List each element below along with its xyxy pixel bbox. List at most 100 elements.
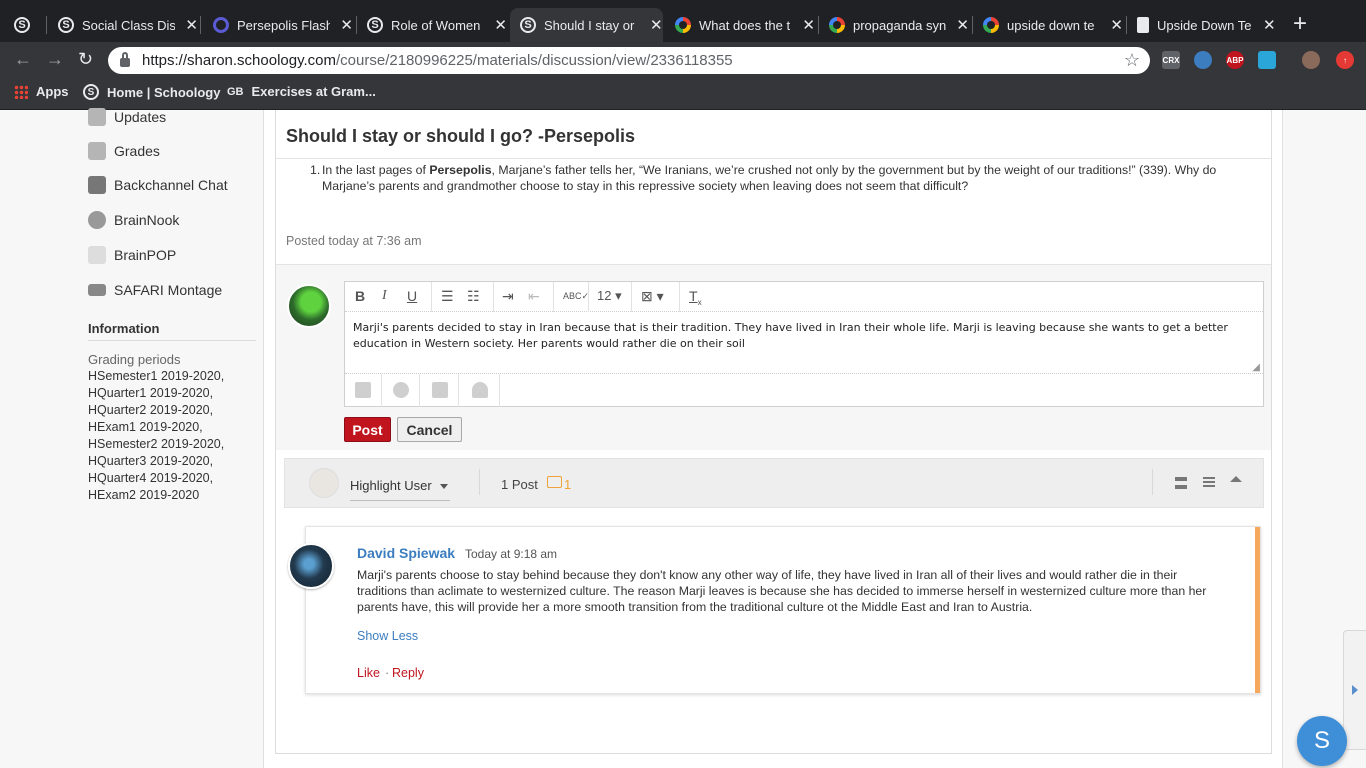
- chevron-down-icon[interactable]: [440, 484, 448, 489]
- sidebar-item-safari-montage[interactable]: SAFARI Montage: [88, 280, 222, 300]
- page-title: Should I stay or should I go? -Persepoli…: [286, 126, 636, 146]
- discussion-prompt: 1. In the last pages of Persepolis, Marj…: [310, 162, 1232, 194]
- toolbar-separator: [431, 282, 432, 312]
- post-author[interactable]: David Spiewak: [357, 545, 455, 561]
- close-tab-icon[interactable]: ✕: [1263, 16, 1276, 34]
- bookmark-exercises[interactable]: GB Exercises at Gram...: [227, 84, 376, 99]
- tab-separator: [200, 16, 201, 34]
- new-tab-button[interactable]: +: [1293, 12, 1307, 36]
- collapse-all-icon[interactable]: [1230, 476, 1242, 482]
- reply-composer: B I U ☰ ☷ ⇥ ⇤ ABC✓ 12 ▾ ⊠ ▾ Tx Marji's p…: [276, 264, 1271, 450]
- grading-period: HQuarter2 2019-2020,: [88, 403, 214, 417]
- post-count: 1 Post: [501, 477, 538, 492]
- indent-icon[interactable]: ⇥: [502, 288, 514, 305]
- close-tab-icon[interactable]: ✕: [956, 16, 969, 34]
- schoology-icon: S: [367, 17, 383, 33]
- tab-title: Social Class Dis: [82, 17, 176, 33]
- clear-formatting-icon[interactable]: Tx: [689, 288, 702, 307]
- forward-arrow-icon[interactable]: →: [46, 50, 64, 68]
- posted-timestamp: Posted today at 7:36 am: [286, 234, 422, 248]
- rich-text-editor[interactable]: B I U ☰ ☷ ⇥ ⇤ ABC✓ 12 ▾ ⊠ ▾ Tx Marji's p…: [344, 281, 1264, 407]
- underline-icon[interactable]: U: [407, 288, 417, 304]
- schoology-icon: S: [83, 84, 99, 100]
- list-view-icon[interactable]: [1203, 477, 1215, 489]
- checkmark-extension-icon[interactable]: [1258, 51, 1276, 69]
- resource-icon[interactable]: [432, 382, 448, 398]
- lock-icon: [120, 52, 130, 67]
- discussion-filter-bar: Highlight User 1 Post 1: [284, 458, 1264, 508]
- help-chat-button[interactable]: S: [1297, 716, 1347, 766]
- tab-upside-down-google[interactable]: upside down te ✕: [983, 8, 1123, 42]
- numbered-list-icon[interactable]: ☷: [467, 288, 480, 305]
- close-tab-icon[interactable]: ✕: [802, 16, 815, 34]
- tab-separator: [46, 16, 47, 34]
- sidebar-item-brainnook[interactable]: BrainNook: [88, 210, 179, 230]
- bookmark-home-schoology[interactable]: S Home | Schoology: [83, 84, 220, 100]
- expanded-view-icon[interactable]: [1175, 477, 1187, 489]
- outdent-icon[interactable]: ⇤: [528, 288, 540, 305]
- sidebar-item-grades[interactable]: Grades: [88, 141, 160, 161]
- prompt-text: In the last pages of: [322, 163, 430, 177]
- tab-persepolis-flash[interactable]: Persepolis Flash ✕: [213, 8, 353, 42]
- tab-pinned-schoology[interactable]: S: [14, 8, 44, 42]
- tab-what-does-the[interactable]: What does the t ✕: [675, 8, 815, 42]
- address-bar[interactable]: https://sharon.schoology.com/course/2180…: [108, 47, 1150, 74]
- adblock-extension-icon[interactable]: ABP: [1226, 51, 1244, 69]
- close-tab-icon[interactable]: ✕: [340, 16, 353, 34]
- google-icon: [675, 17, 691, 33]
- bold-icon[interactable]: B: [355, 288, 365, 304]
- close-tab-icon[interactable]: ✕: [1110, 16, 1123, 34]
- tab-role-of-women[interactable]: S Role of Women ✕: [367, 8, 507, 42]
- italic-icon[interactable]: I: [382, 288, 387, 304]
- divider: [1152, 469, 1153, 495]
- sidebar-item-updates[interactable]: Updates: [88, 107, 166, 127]
- sidebar-item-brainpop[interactable]: BrainPOP: [88, 245, 176, 265]
- insert-content-icon[interactable]: ⊠ ▾: [641, 288, 664, 305]
- like-link[interactable]: Like: [357, 666, 380, 680]
- microphone-icon[interactable]: [472, 382, 488, 398]
- sidebar-item-backchannel-chat[interactable]: Backchannel Chat: [88, 175, 228, 195]
- post-button[interactable]: Post: [344, 417, 391, 442]
- url-text[interactable]: https://sharon.schoology.com/course/2180…: [142, 52, 733, 69]
- tab-propaganda[interactable]: propaganda syn ✕: [829, 8, 969, 42]
- owl-extension-icon[interactable]: [1194, 51, 1212, 69]
- close-tab-icon[interactable]: ✕: [185, 16, 198, 34]
- show-less-link[interactable]: Show Less: [357, 629, 418, 643]
- font-size-select[interactable]: 12 ▾: [597, 288, 622, 304]
- resize-handle-icon[interactable]: ◢: [1252, 362, 1260, 373]
- bookmark-apps[interactable]: Apps: [14, 84, 69, 99]
- reply-textarea[interactable]: Marji's parents decided to stay in Iran …: [353, 320, 1253, 352]
- file-attach-icon[interactable]: [355, 382, 371, 398]
- back-arrow-icon[interactable]: ←: [14, 50, 32, 68]
- toolbar-separator: [553, 282, 554, 312]
- spellcheck-icon[interactable]: ABC✓: [563, 291, 589, 302]
- comment-icon: [547, 476, 562, 488]
- tab-separator: [818, 16, 819, 34]
- tab-social-class[interactable]: S Social Class Dis ✕: [58, 8, 198, 42]
- prompt-number: 1.: [310, 163, 321, 177]
- bullet-list-icon[interactable]: ☰: [441, 288, 454, 305]
- profile-avatar[interactable]: [1302, 51, 1320, 69]
- google-icon: [829, 17, 845, 33]
- update-arrow-icon[interactable]: ↑: [1336, 51, 1354, 69]
- editor-attachments-bar: [345, 373, 1263, 407]
- tab-should-i-stay[interactable]: S Should I stay or ✕: [510, 8, 663, 42]
- toolbar-separator: [631, 282, 632, 312]
- divider: [479, 469, 480, 495]
- sidebar-item-label: BrainPOP: [114, 247, 177, 263]
- avatar[interactable]: [288, 543, 334, 589]
- schoology-icon: S: [520, 17, 536, 33]
- tab-title: Upside Down Te: [1157, 17, 1252, 33]
- highlight-user-dropdown[interactable]: Highlight User: [350, 478, 432, 493]
- course-sidebar: Updates Grades Backchannel Chat BrainNoo…: [84, 107, 260, 768]
- close-tab-icon[interactable]: ✕: [650, 16, 663, 34]
- tab-upside-down-doc[interactable]: Upside Down Te ✕: [1137, 8, 1277, 42]
- close-tab-icon[interactable]: ✕: [494, 16, 507, 34]
- expand-panel-tab[interactable]: [1343, 630, 1366, 750]
- crx-extension-icon[interactable]: CRX: [1162, 51, 1180, 69]
- link-icon[interactable]: [393, 382, 409, 398]
- reply-link[interactable]: Reply: [392, 666, 424, 680]
- cancel-button[interactable]: Cancel: [397, 417, 462, 442]
- reload-icon[interactable]: ↻: [78, 50, 93, 68]
- bookmark-star-icon[interactable]: ☆: [1124, 50, 1140, 71]
